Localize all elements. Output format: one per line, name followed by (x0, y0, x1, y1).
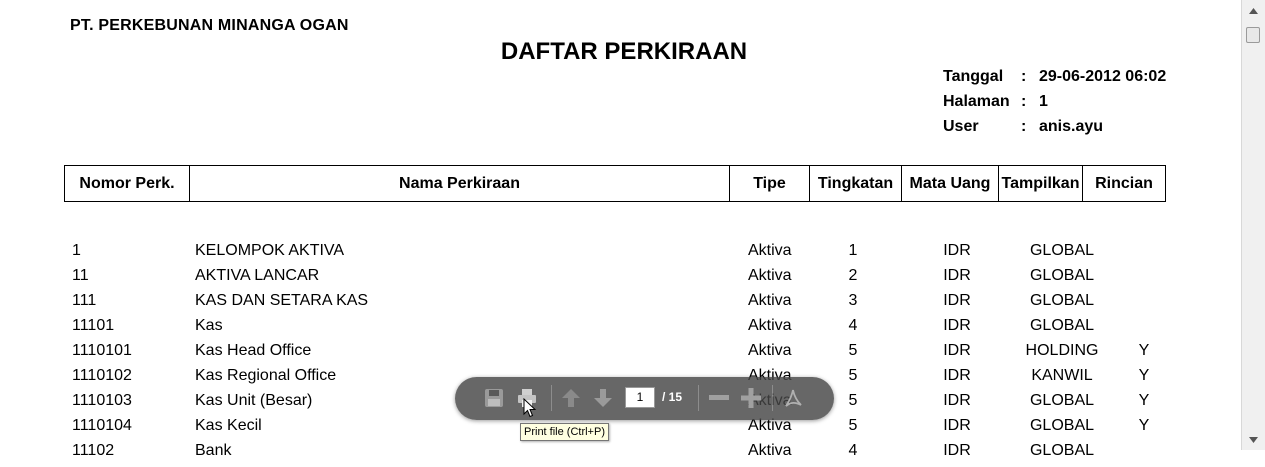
cell-tingkatan: 5 (848, 417, 858, 434)
cell-nomor: 1110101 (72, 342, 132, 359)
toolbar-separator (698, 385, 699, 411)
cell-tingkatan: 2 (848, 267, 858, 284)
cell-nomor: 1110103 (72, 392, 132, 409)
table-row: 11 AKTIVA LANCAR Aktiva 2 IDR GLOBAL (0, 267, 1240, 292)
cell-tampilkan: GLOBAL (1029, 242, 1095, 259)
cell-nomor: 11 (72, 267, 89, 284)
cell-rincian: Y (1138, 342, 1150, 359)
cell-mata-uang: IDR (943, 342, 971, 359)
scrollbar-thumb[interactable] (1246, 27, 1260, 43)
mouse-cursor-icon (523, 398, 537, 418)
page-up-icon[interactable] (560, 387, 582, 409)
cell-rincian: Y (1138, 392, 1150, 409)
cell-nama: Kas Head Office (195, 342, 312, 359)
col-header-nomor: Nomor Perk. (64, 165, 190, 202)
vertical-scrollbar[interactable] (1241, 0, 1265, 450)
cell-tampilkan: KANWIL (1031, 367, 1093, 384)
cell-tipe: Aktiva (748, 242, 792, 259)
cell-tampilkan: GLOBAL (1029, 442, 1095, 459)
cell-tampilkan: GLOBAL (1029, 292, 1095, 309)
cell-nama: KAS DAN SETARA KAS (195, 292, 369, 309)
meta-colon: : (1021, 68, 1027, 85)
cell-nama: Bank (195, 442, 232, 459)
col-header-tipe: Tipe (729, 165, 810, 202)
page-total: / 15 (662, 390, 683, 404)
cell-nama: KELOMPOK AKTIVA (195, 242, 345, 259)
cell-tipe: Aktiva (748, 292, 792, 309)
cell-mata-uang: IDR (943, 392, 971, 409)
cell-tipe: Aktiva (748, 317, 792, 334)
company-name: PT. PERKEBUNAN MINANGA OGAN (70, 17, 349, 34)
cell-nama: Kas Regional Office (195, 367, 337, 384)
cell-nomor: 1 (72, 242, 81, 259)
cell-tingkatan: 1 (848, 242, 858, 259)
scroll-down-icon[interactable] (1245, 431, 1262, 448)
print-tooltip: Print file (Ctrl+P) (520, 423, 609, 441)
cell-nama: Kas (195, 317, 223, 334)
cell-tipe: Aktiva (748, 442, 792, 459)
table-row: 1110101 Kas Head Office Aktiva 5 IDR HOLDING Y (0, 342, 1240, 367)
cell-tipe: Aktiva (748, 342, 792, 359)
meta-value: anis.ayu (1039, 118, 1104, 135)
meta-value: 1 (1039, 93, 1048, 110)
cell-nomor: 1110102 (72, 367, 132, 384)
scroll-up-icon[interactable] (1245, 2, 1262, 19)
cell-tingkatan: 5 (848, 342, 858, 359)
pdf-toolbar: 1 / 15 (455, 377, 834, 420)
col-header-mata-uang: Mata Uang (901, 165, 999, 202)
table-row: 11101 Kas Aktiva 4 IDR GLOBAL (0, 317, 1240, 342)
col-header-tingkatan: Tingkatan (809, 165, 902, 202)
cell-mata-uang: IDR (943, 317, 971, 334)
cell-tampilkan: GLOBAL (1029, 392, 1095, 409)
col-header-rincian: Rincian (1082, 165, 1166, 202)
cell-tingkatan: 5 (848, 392, 858, 409)
meta-colon: : (1021, 118, 1027, 135)
toolbar-separator (551, 385, 552, 411)
cell-tingkatan: 4 (848, 317, 858, 334)
zoom-out-icon[interactable] (708, 387, 730, 409)
meta-label: User (943, 118, 979, 135)
acrobat-icon[interactable] (782, 387, 804, 409)
cell-mata-uang: IDR (943, 267, 971, 284)
col-header-nama: Nama Perkiraan (189, 165, 730, 202)
cell-mata-uang: IDR (943, 292, 971, 309)
cell-tampilkan: GLOBAL (1029, 417, 1095, 434)
cell-rincian: Y (1138, 417, 1150, 434)
meta-label: Tanggal (943, 68, 1004, 85)
meta-colon: : (1021, 93, 1027, 110)
save-icon[interactable] (483, 387, 505, 409)
cell-nomor: 1110104 (72, 417, 132, 434)
page-down-icon[interactable] (592, 387, 614, 409)
cell-nama: AKTIVA LANCAR (195, 267, 320, 284)
cell-nomor: 11101 (72, 317, 115, 334)
cell-rincian: Y (1138, 367, 1150, 384)
cell-tipe: Aktiva (748, 267, 792, 284)
report-title: DAFTAR PERKIRAAN (500, 38, 748, 65)
cell-tampilkan: GLOBAL (1029, 267, 1095, 284)
zoom-in-icon[interactable] (740, 387, 762, 409)
cell-nomor: 11102 (72, 442, 115, 459)
col-header-tampilkan: Tampilkan (998, 165, 1083, 202)
cell-tingkatan: 3 (848, 292, 858, 309)
page-number-input[interactable]: 1 (625, 387, 655, 408)
meta-label: Halaman (943, 93, 1010, 110)
cell-tingkatan: 5 (848, 367, 858, 384)
cell-nama: Kas Kecil (195, 417, 262, 434)
meta-value: 29-06-2012 06:02 (1039, 68, 1167, 85)
cell-mata-uang: IDR (943, 442, 971, 459)
cell-mata-uang: IDR (943, 242, 971, 259)
table-row: 11102 Bank Aktiva 4 IDR GLOBAL (0, 442, 1240, 467)
cell-mata-uang: IDR (943, 417, 971, 434)
cell-nama: Kas Unit (Besar) (195, 392, 313, 409)
cell-tingkatan: 4 (848, 442, 858, 459)
table-row: 111 KAS DAN SETARA KAS Aktiva 3 IDR GLOBAL (0, 292, 1240, 317)
cell-tampilkan: GLOBAL (1029, 317, 1095, 334)
toolbar-separator (772, 385, 773, 411)
cell-nomor: 111 (72, 292, 97, 309)
table-row: 1 KELOMPOK AKTIVA Aktiva 1 IDR GLOBAL (0, 242, 1240, 267)
table-row: 1110104 Kas Kecil Aktiva 5 IDR GLOBAL Y (0, 417, 1240, 442)
cell-mata-uang: IDR (943, 367, 971, 384)
cell-tampilkan: HOLDING (1025, 342, 1099, 359)
